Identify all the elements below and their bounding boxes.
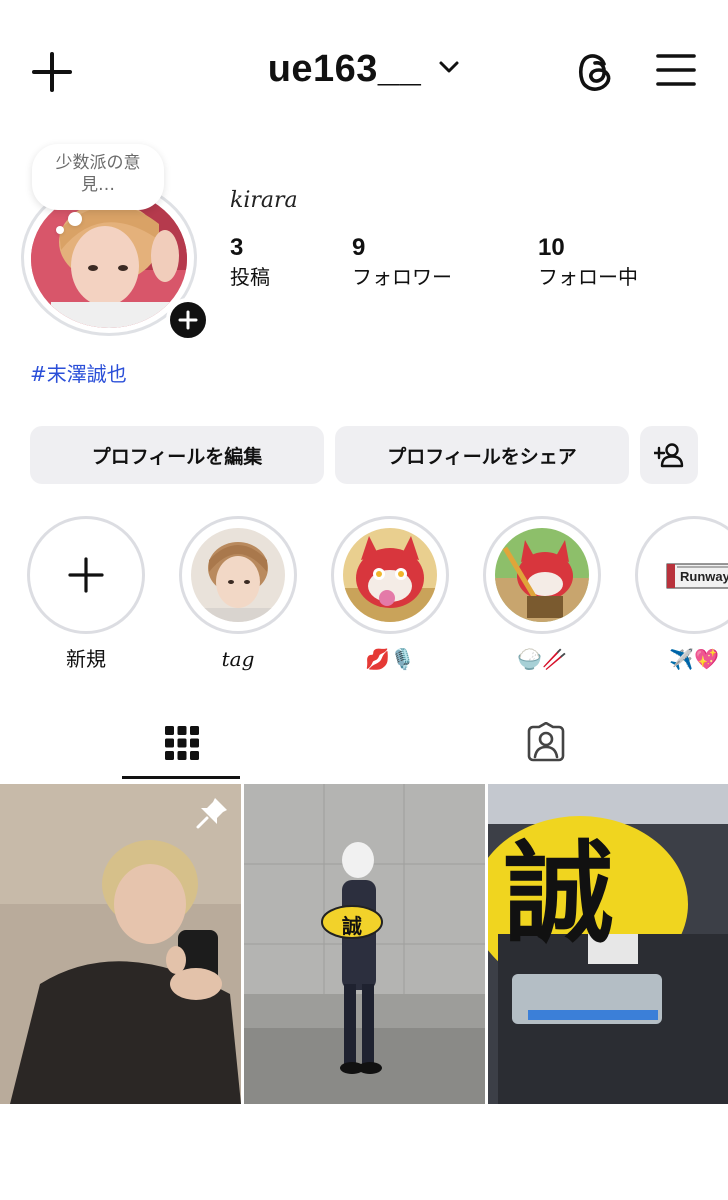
highlight-lips-mic[interactable]: 💋🎙️ — [330, 516, 450, 672]
highlight-plane-heart[interactable]: Runway ✈️💖 — [634, 516, 728, 672]
chevron-down-icon — [439, 61, 459, 73]
highlight-label: 🍚🥢 — [517, 647, 567, 671]
highlight-tag[interactable]: tag — [178, 516, 298, 672]
pin-icon — [196, 798, 227, 829]
tagged-person-icon — [527, 722, 565, 762]
following-count[interactable]: 10 フォロー中 — [538, 234, 638, 292]
highlight-cover — [343, 528, 437, 622]
edit-profile-button[interactable]: プロフィールを編集 — [30, 426, 324, 484]
highlight-cover — [495, 528, 589, 622]
ticket-text: Runway — [680, 569, 728, 584]
highlight-cover — [191, 528, 285, 622]
post-image — [244, 784, 485, 1104]
stat-label: フォロワー — [352, 265, 452, 289]
discover-people-button[interactable] — [640, 426, 698, 484]
stat-label: フォロー中 — [538, 265, 638, 289]
highlight-label: tag — [221, 647, 255, 671]
account-switcher[interactable]: ue163__ — [0, 48, 728, 91]
highlight-cover: Runway — [647, 528, 728, 622]
fan-sign-text: 誠 — [504, 830, 614, 958]
display-name: kirara — [230, 188, 298, 213]
tab-posts-grid[interactable] — [0, 706, 364, 780]
stat-value: 3 — [230, 234, 244, 261]
active-tab-indicator — [122, 776, 240, 779]
stat-label: 投稿 — [230, 265, 270, 289]
plus-icon — [178, 310, 198, 330]
followers-count[interactable]: 9 フォロワー — [352, 234, 452, 292]
highlight-rice-chopsticks[interactable]: 🍚🥢 — [482, 516, 602, 672]
highlight-new[interactable]: 新規 — [26, 516, 146, 672]
grid-icon — [165, 726, 199, 760]
profile-header: ue163__ — [0, 0, 728, 140]
threads-icon[interactable] — [574, 50, 616, 94]
username: ue163__ — [267, 48, 422, 90]
note-bubble[interactable]: 少数派の意 見… — [32, 144, 164, 210]
stat-value: 10 — [538, 234, 565, 261]
grid-post[interactable]: 誠 — [488, 784, 728, 1104]
add-story-button[interactable] — [166, 298, 210, 342]
grid-post[interactable]: 誠 — [244, 784, 485, 1104]
note-line-2: 見… — [81, 175, 115, 195]
add-user-icon — [654, 443, 684, 468]
tab-tagged[interactable] — [364, 706, 728, 780]
highlight-label: ✈️💖 — [669, 647, 719, 671]
bio-hashtag-link[interactable]: #末澤誠也 — [30, 358, 127, 387]
menu-icon[interactable] — [656, 52, 696, 88]
stat-value: 9 — [352, 234, 366, 261]
note-line-1: 少数派の意 — [55, 153, 141, 173]
note-bubble-tail — [68, 212, 82, 226]
share-profile-button[interactable]: プロフィールをシェア — [335, 426, 629, 484]
plus-icon — [68, 557, 104, 593]
highlight-label: 新規 — [66, 647, 106, 671]
post-image — [0, 784, 241, 1104]
note-bubble-tail-small — [56, 226, 64, 234]
fan-sign-text: 誠 — [342, 914, 362, 938]
avatar-photo — [31, 190, 187, 328]
grid-post[interactable] — [0, 784, 241, 1104]
highlight-label: 💋🎙️ — [365, 647, 415, 671]
posts-count[interactable]: 3 投稿 — [230, 234, 270, 292]
